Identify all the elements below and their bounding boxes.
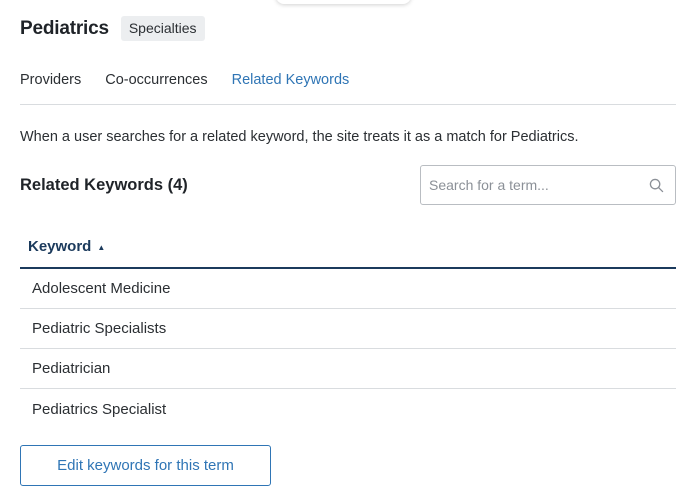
top-floating-tab[interactable]: [276, 0, 411, 4]
tab-providers[interactable]: Providers: [20, 72, 81, 88]
keyword-cell: Pediatrician: [32, 360, 111, 377]
search-icon[interactable]: [649, 178, 664, 193]
section-heading: Related Keywords (4): [20, 176, 188, 194]
tab-related-keywords[interactable]: Related Keywords: [232, 72, 350, 88]
table-row: Adolescent Medicine: [20, 269, 676, 309]
table-header: Keyword ▲: [20, 225, 676, 269]
tab-co-occurrences[interactable]: Co-occurrences: [105, 72, 207, 88]
keyword-cell: Pediatric Specialists: [32, 320, 167, 337]
edit-keywords-button[interactable]: Edit keywords for this term: [20, 445, 271, 486]
title-row: Pediatrics Specialties: [20, 16, 205, 41]
search-box: [420, 165, 676, 205]
keyword-cell: Pediatrics Specialist: [32, 400, 167, 418]
category-badge: Specialties: [120, 16, 205, 41]
keyword-column-label: Keyword: [28, 237, 92, 255]
table-row: Pediatrics Specialist: [20, 389, 676, 429]
tab-divider: [20, 104, 676, 105]
page-description: When a user searches for a related keywo…: [20, 129, 579, 145]
keyword-column-header[interactable]: Keyword ▲: [28, 238, 105, 255]
tab-bar: Providers Co-occurrences Related Keyword…: [20, 72, 349, 88]
keyword-cell: Adolescent Medicine: [32, 280, 171, 297]
table-row: Pediatric Specialists: [20, 309, 676, 349]
page: Pediatrics Specialties Providers Co-occu…: [0, 0, 695, 497]
search-input[interactable]: [421, 166, 675, 204]
page-title: Pediatrics: [20, 17, 109, 39]
table-row: Pediatrician: [20, 349, 676, 389]
keywords-table: Keyword ▲ Adolescent Medicine Pediatric …: [20, 225, 676, 429]
sort-ascending-icon: ▲: [97, 242, 106, 252]
